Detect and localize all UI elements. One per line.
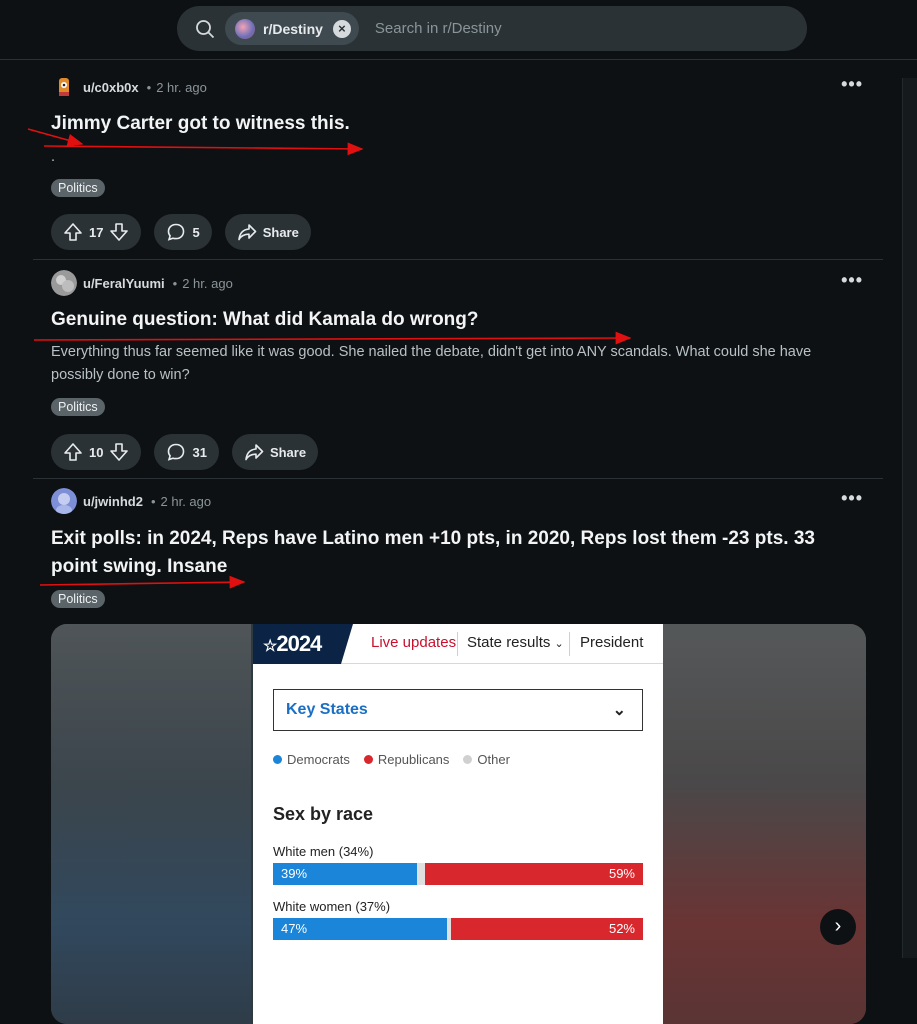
comment-count: 31 <box>192 444 207 460</box>
image-blur-right <box>661 624 866 1024</box>
post-meta: u/jwinhd2 • 2 hr. ago <box>51 488 211 514</box>
tab-president: President <box>580 634 644 651</box>
vote-pill: 10 <box>51 434 142 470</box>
election-logo-text: 2024 <box>276 631 322 656</box>
post-card[interactable]: u/jwinhd2 • 2 hr. ago ••• Exit polls: in… <box>33 479 883 1024</box>
username[interactable]: u/FeralYuumi <box>83 276 165 291</box>
community-chip-label: r/Destiny <box>263 20 323 37</box>
result-bar: 47% 52% <box>273 918 643 940</box>
tab-state-results: State results ⌄ <box>467 634 564 651</box>
post-card[interactable]: u/FeralYuumi • 2 hr. ago ••• Genuine que… <box>33 260 883 478</box>
post-body: . <box>51 149 56 165</box>
dem-bar: 39% <box>273 863 417 885</box>
post-time: 2 hr. ago <box>182 275 233 291</box>
chart-legend: Democrats Republicans Other <box>273 752 510 767</box>
key-states-dropdown: Key States ⌄ <box>273 689 643 731</box>
upvote-icon[interactable] <box>63 222 83 242</box>
other-bar <box>417 863 425 885</box>
user-avatar[interactable] <box>51 74 77 100</box>
next-image-button[interactable]: › <box>820 909 856 945</box>
search-bar[interactable]: r/Destiny × <box>177 6 807 51</box>
rep-bar: 52% <box>451 918 643 940</box>
separator-dot: • <box>172 275 178 291</box>
screenshot-header: ☆2024 Live updates State results ⌄ Presi… <box>253 624 663 664</box>
post-time: 2 hr. ago <box>156 79 207 95</box>
section-heading: Sex by race <box>273 804 374 824</box>
chevron-down-icon: ⌄ <box>612 702 626 719</box>
vote-count: 10 <box>89 444 104 460</box>
separator-dot: • <box>150 493 156 509</box>
post-card[interactable]: u/c0xb0x • 2 hr. ago ••• Jimmy Carter go… <box>33 62 883 259</box>
post-flair[interactable]: Politics <box>51 179 105 197</box>
post-body: Everything thus far seemed like it was g… <box>51 344 812 383</box>
user-avatar[interactable] <box>51 488 77 514</box>
more-options-icon[interactable]: ••• <box>841 74 863 95</box>
post-flair[interactable]: Politics <box>51 590 105 608</box>
tab-live-updates: Live updates <box>371 634 457 651</box>
more-options-icon[interactable]: ••• <box>841 270 863 291</box>
comment-icon <box>168 443 185 461</box>
election-logo: ☆2024 <box>253 624 353 664</box>
comment-count: 5 <box>192 224 200 240</box>
downvote-icon[interactable] <box>109 222 129 242</box>
post-image-gallery[interactable]: ☆2024 Live updates State results ⌄ Presi… <box>51 624 866 1024</box>
post-meta: u/FeralYuumi • 2 hr. ago <box>51 270 233 296</box>
post-actions: 17 5 Share <box>51 214 311 250</box>
tab-state-results-label: State results <box>467 634 551 651</box>
post-title[interactable]: Genuine question: What did Kamala do wro… <box>51 306 479 334</box>
post-title[interactable]: Jimmy Carter got to witness this. <box>51 110 350 138</box>
share-icon <box>245 444 264 461</box>
downvote-icon[interactable] <box>109 442 129 462</box>
post-title[interactable]: Exit polls: in 2024, Reps have Latino me… <box>51 525 815 581</box>
top-bar: r/Destiny × <box>0 0 917 60</box>
legend-republicans: Republicans <box>363 752 449 767</box>
username[interactable]: u/jwinhd2 <box>83 494 143 509</box>
post-flair[interactable]: Politics <box>51 398 105 416</box>
row-label: White women (37%) <box>273 899 391 914</box>
post-title-line: Exit polls: in 2024, Reps have Latino me… <box>51 528 815 549</box>
post-meta: u/c0xb0x • 2 hr. ago <box>51 74 207 100</box>
upvote-icon[interactable] <box>63 442 83 462</box>
community-chip[interactable]: r/Destiny × <box>225 12 359 45</box>
right-panel-edge <box>902 78 917 958</box>
post-title-line: point swing. Insane <box>51 556 228 577</box>
username[interactable]: u/c0xb0x <box>83 80 139 95</box>
share-button[interactable]: Share <box>231 434 319 470</box>
image-blur-left <box>51 624 251 1024</box>
post-actions: 10 31 Share <box>51 434 319 470</box>
exit-poll-screenshot: ☆2024 Live updates State results ⌄ Presi… <box>253 624 663 1024</box>
share-button[interactable]: Share <box>224 214 311 250</box>
dem-bar: 47% <box>273 918 447 940</box>
search-icon <box>196 19 215 38</box>
comments-button[interactable]: 31 <box>154 434 219 470</box>
row-label: White men (34%) <box>273 844 374 859</box>
legend-other: Other <box>463 752 510 767</box>
share-label: Share <box>269 444 307 460</box>
separator-dot: • <box>146 79 152 95</box>
vote-pill: 17 <box>51 214 142 250</box>
share-icon <box>237 224 257 241</box>
legend-democrats: Democrats <box>273 752 350 767</box>
search-input[interactable] <box>374 20 675 37</box>
vote-count: 17 <box>89 224 104 240</box>
post-time: 2 hr. ago <box>160 493 212 509</box>
user-avatar[interactable] <box>51 270 77 296</box>
tab-separator <box>457 632 458 656</box>
clear-community-icon[interactable]: × <box>332 19 351 38</box>
more-options-icon[interactable]: ••• <box>841 488 863 509</box>
community-avatar <box>235 18 255 39</box>
result-bar: 39% 59% <box>273 863 643 885</box>
tab-separator <box>569 632 570 656</box>
share-label: Share <box>262 224 299 240</box>
comments-button[interactable]: 5 <box>154 214 212 250</box>
comment-icon <box>168 223 185 241</box>
rep-bar: 59% <box>425 863 643 885</box>
dropdown-value: Key States <box>286 701 368 718</box>
